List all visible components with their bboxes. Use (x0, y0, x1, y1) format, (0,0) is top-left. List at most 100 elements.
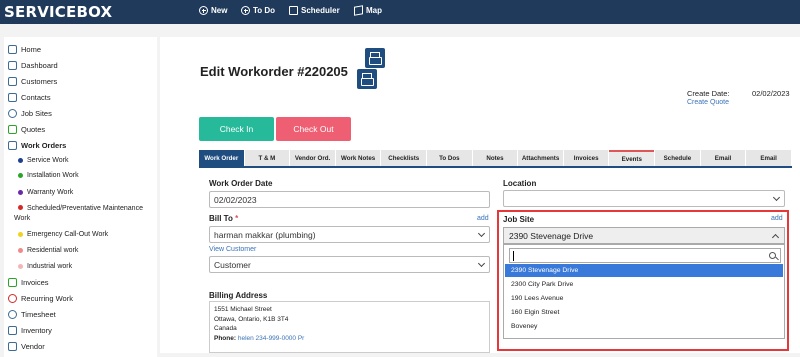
nav-todo[interactable]: To Do (241, 6, 275, 15)
job-site-option[interactable]: 190 Lees Avenue (505, 292, 783, 305)
calendar-icon (289, 6, 298, 15)
sidebar-item-customers[interactable]: Customers (8, 77, 57, 86)
tab-checklists[interactable]: Checklists (381, 150, 427, 166)
search-icon (769, 252, 776, 259)
customer-type-select[interactable]: Customer (209, 256, 490, 273)
customers-icon (8, 77, 17, 86)
nav-new[interactable]: New (199, 6, 227, 15)
sidebar-item-inventory[interactable]: Inventory (8, 326, 52, 335)
dashboard-icon (8, 61, 17, 70)
tab-work-order[interactable]: Work Order (199, 150, 244, 166)
billing-address-line: Canada (214, 325, 237, 332)
nav-map[interactable]: Map (354, 5, 382, 16)
sidebar-item-contacts[interactable]: Contacts (8, 93, 51, 102)
create-quote-link[interactable]: Create Quote (687, 99, 729, 106)
billing-address-box: 1551 Michael Street Ottawa, Ontario, K1B… (209, 301, 490, 353)
sidebar-item-quotes[interactable]: Quotes (8, 125, 45, 134)
work-order-date-input[interactable]: 02/02/2023 (209, 191, 490, 208)
nav-scheduler[interactable]: Scheduler (289, 6, 340, 15)
sidebar-item-label: Vendor (21, 342, 45, 351)
sidebar-item-invoices[interactable]: Invoices (8, 278, 49, 287)
create-date-value: 02/02/2023 (752, 89, 790, 98)
check-out-button[interactable]: Check Out (276, 117, 351, 141)
sidebar-subitem-warranty-work[interactable]: Warranty Work (18, 189, 73, 196)
tab-events[interactable]: Events (609, 150, 655, 166)
view-customer-link[interactable]: View Customer (209, 246, 256, 253)
sidebar-item-label: Dashboard (21, 61, 58, 70)
tab-schedule[interactable]: Schedule (655, 150, 700, 166)
sidebar-item-recurring-work[interactable]: Recurring Work (8, 294, 73, 303)
page-title: Edit Workorder #220205 (200, 64, 348, 79)
text-cursor (513, 251, 514, 261)
phone-link[interactable]: helen 234-999-0000 Pr (238, 335, 305, 342)
sidebar-item-job-sites[interactable]: Job Sites (8, 109, 52, 118)
print-icon[interactable] (357, 69, 377, 89)
job-site-option[interactable]: 2300 City Park Drive (505, 278, 783, 291)
tab-email-2[interactable]: Email (746, 150, 791, 166)
chevron-down-icon (477, 229, 486, 238)
chevron-down-icon (772, 193, 781, 202)
sidebar-subitem-scheduled-maintenance[interactable]: Scheduled/Preventative Maintenance Work (14, 204, 154, 224)
create-date-label: Create Date: (687, 89, 730, 98)
job-site-option[interactable]: 2390 Stevenage Drive (505, 264, 783, 277)
tab-t-and-m[interactable]: T & M (244, 150, 290, 166)
sidebar-item-label: Quotes (21, 125, 46, 134)
job-site-option[interactable]: Boveney (505, 320, 783, 333)
billing-phone: Phone: helen 234-999-0000 Pr (214, 334, 485, 344)
location-select[interactable] (503, 190, 785, 207)
invoice-icon (8, 278, 17, 287)
home-icon (8, 45, 17, 54)
bill-to-add-link[interactable]: add (477, 215, 489, 222)
job-site-option[interactable]: 160 Elgin Street (505, 306, 783, 319)
job-site-dropdown: 2390 Stevenage Drive 2300 City Park Driv… (503, 244, 785, 339)
map-icon (354, 5, 363, 16)
sidebar-subitem-label: Residential work (27, 247, 79, 254)
sidebar-subitem-label: Warranty Work (27, 189, 74, 196)
app-logo[interactable]: SERVICEBOX (4, 3, 112, 21)
sidebar-item-dashboard[interactable]: Dashboard (8, 61, 58, 70)
sidebar-item-label: Timesheet (21, 310, 56, 319)
tab-attachments[interactable]: Attachments (518, 150, 563, 166)
tab-email[interactable]: Email (700, 150, 746, 166)
chevron-down-icon (477, 259, 486, 268)
sidebar-subitem-label: Industrial work (27, 263, 73, 270)
sidebar-item-label: Recurring Work (21, 294, 73, 303)
plus-circle-icon (241, 6, 250, 15)
job-site-search-input[interactable] (509, 248, 781, 263)
tab-work-notes[interactable]: Work Notes (335, 150, 381, 166)
sidebar-subitem-industrial-work[interactable]: Industrial work (18, 263, 72, 270)
nav-map-label: Map (366, 6, 382, 15)
sidebar-subitem-installation-work[interactable]: Installation Work (18, 172, 79, 179)
tab-vendor-ord[interactable]: Vendor Ord. (290, 150, 335, 166)
tab-notes[interactable]: Notes (472, 150, 518, 166)
phone-label: Phone: (214, 334, 237, 342)
job-site-select[interactable]: 2390 Stevenage Drive (503, 227, 785, 244)
chevron-up-icon (771, 233, 780, 242)
sidebar-item-timesheet[interactable]: Timesheet (8, 310, 56, 319)
required-marker: * (235, 214, 239, 223)
print-icon[interactable] (365, 48, 385, 68)
sidebar-item-work-orders[interactable]: Work Orders (8, 141, 66, 150)
status-dot-icon (18, 264, 23, 269)
dollar-icon (8, 125, 17, 134)
sidebar-subitem-residential-work[interactable]: Residential work (18, 247, 78, 254)
sidebar-item-label: Work Orders (21, 141, 67, 150)
sidebar-item-vendor[interactable]: Vendor (8, 342, 45, 351)
vendor-icon (8, 342, 17, 351)
customer-type-value: Customer (214, 260, 251, 270)
status-dot-icon (18, 248, 23, 253)
sidebar-subitem-service-work[interactable]: Service Work (18, 157, 69, 164)
billing-address-line: 1551 Michael Street (214, 306, 272, 313)
bill-to-select[interactable]: harman makkar (plumbing) (209, 226, 490, 243)
job-site-add-link[interactable]: add (771, 215, 783, 222)
sidebar-subitem-label: Installation Work (27, 172, 79, 179)
tab-invoices[interactable]: Invoices (563, 150, 609, 166)
sidebar-item-label: Home (21, 45, 42, 54)
status-dot-icon (18, 158, 23, 163)
sidebar-subitem-emergency-work[interactable]: Emergency Call-Out Work (18, 231, 108, 238)
nav-new-label: New (211, 6, 228, 15)
tab-to-dos[interactable]: To Dos (427, 150, 472, 166)
sidebar-item-label: Contacts (21, 93, 51, 102)
sidebar-item-home[interactable]: Home (8, 45, 41, 54)
check-in-button[interactable]: Check In (199, 117, 274, 141)
